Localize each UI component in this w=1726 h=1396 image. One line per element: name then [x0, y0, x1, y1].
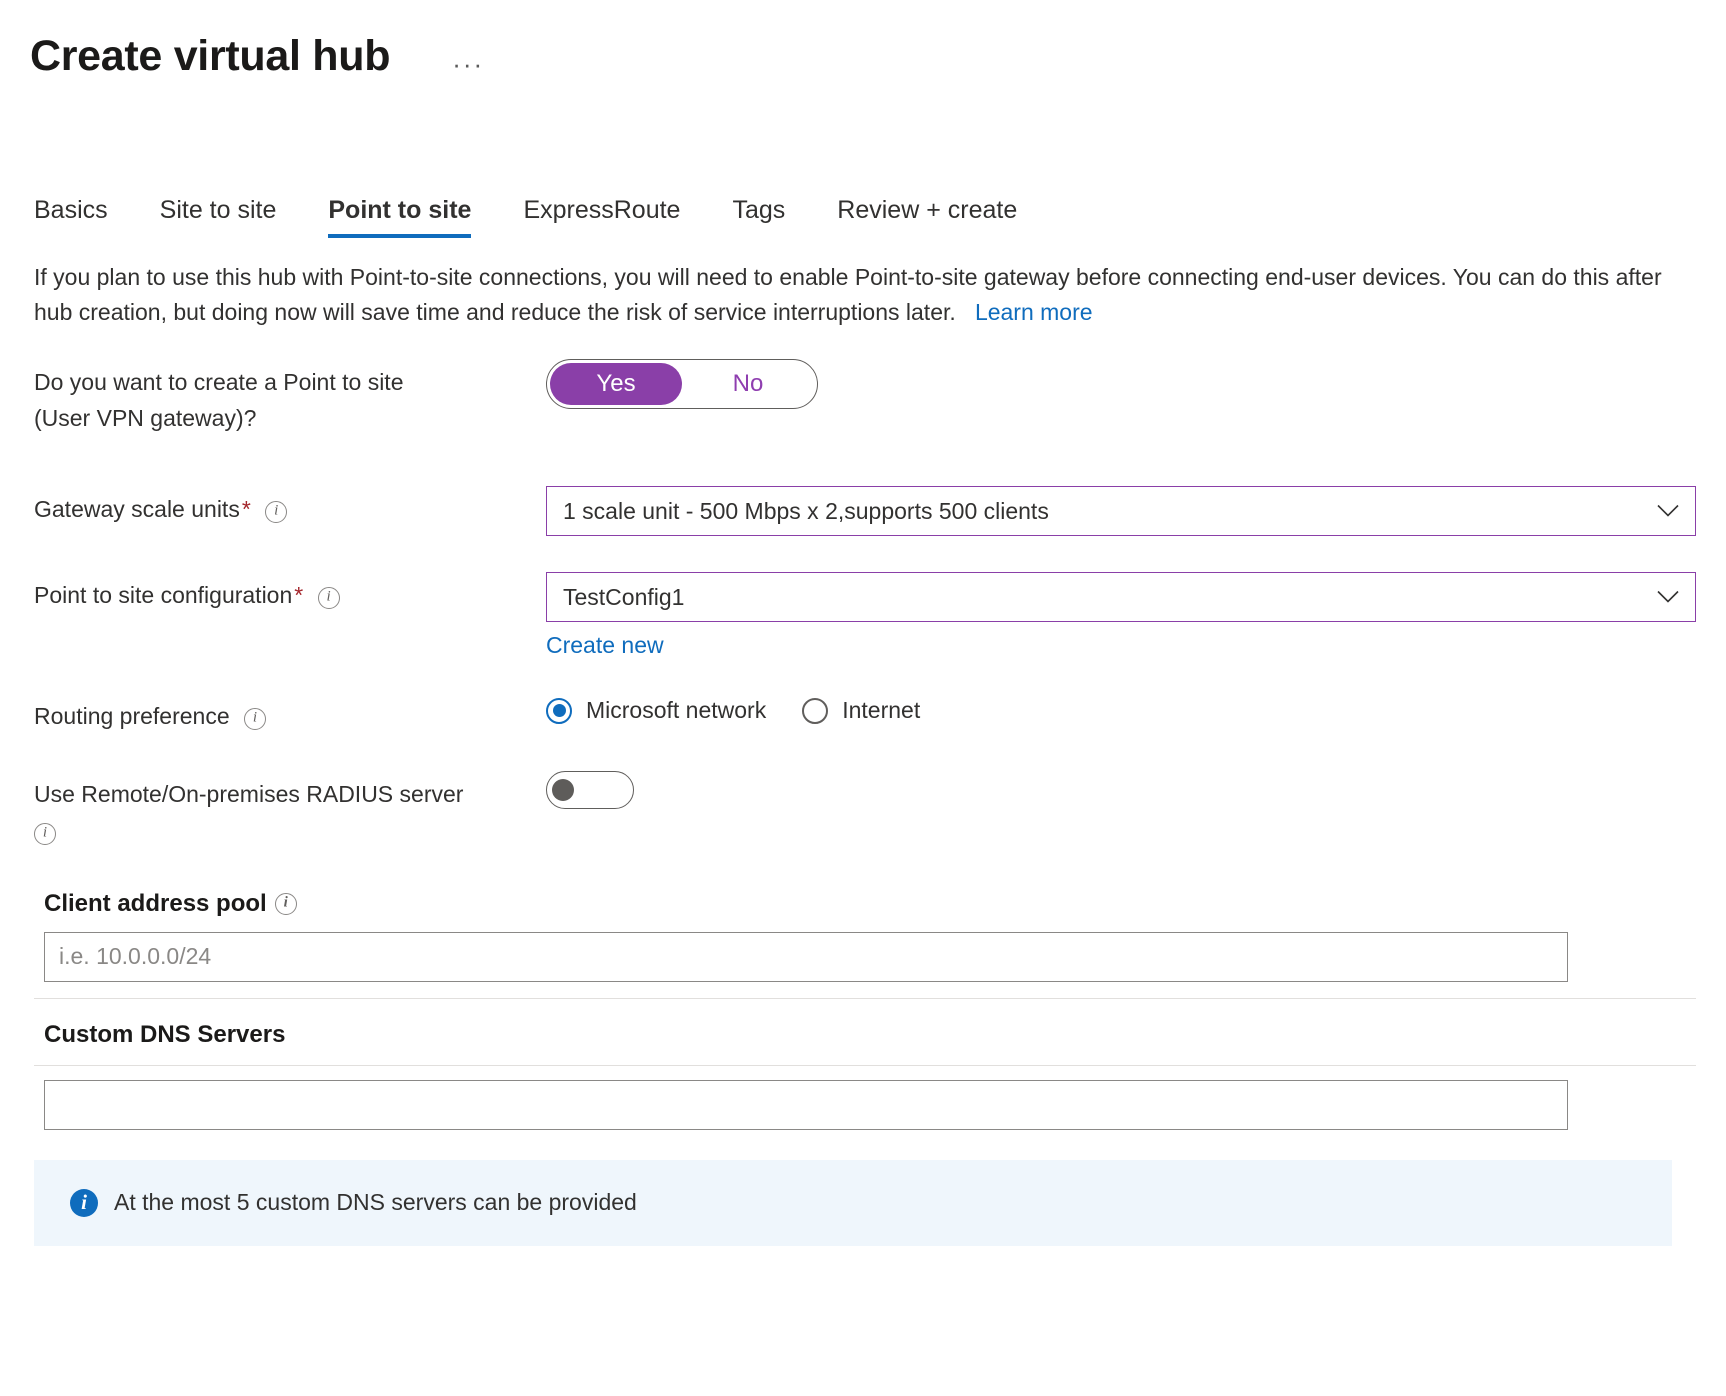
create-p2s-yesno-toggle[interactable]: Yes No — [546, 359, 818, 409]
radio-internet-label: Internet — [842, 697, 920, 724]
tab-review-create[interactable]: Review + create — [837, 197, 1017, 239]
learn-more-link[interactable]: Learn more — [975, 299, 1093, 325]
p2s-configuration-dropdown[interactable]: TestConfig1 — [546, 572, 1696, 622]
field-create-point-to-site: Do you want to create a Point to site (U… — [34, 359, 1696, 436]
radio-mark-icon — [802, 698, 828, 724]
section-custom-dns-servers: Custom DNS Servers — [34, 1021, 1696, 1130]
tab-expressroute[interactable]: ExpressRoute — [523, 197, 680, 239]
info-icon[interactable]: i — [265, 501, 287, 523]
create-p2s-label-line2: (User VPN gateway)? — [34, 405, 256, 431]
radio-microsoft-network-label: Microsoft network — [586, 697, 766, 724]
field-p2s-configuration: Point to site configuration* i TestConfi… — [34, 572, 1696, 659]
custom-dns-servers-heading: Custom DNS Servers — [34, 1021, 1696, 1049]
p2s-configuration-value: TestConfig1 — [563, 584, 684, 611]
radius-server-label: Use Remote/On-premises RADIUS server i — [34, 771, 546, 850]
tab-bar: Basics Site to site Point to site Expres… — [0, 182, 1726, 238]
tab-tags[interactable]: Tags — [732, 197, 785, 239]
info-message-text: At the most 5 custom DNS servers can be … — [114, 1189, 637, 1216]
field-gateway-scale-units: Gateway scale units* i 1 scale unit - 50… — [34, 486, 1696, 536]
tab-description: If you plan to use this hub with Point-t… — [34, 260, 1674, 329]
tab-point-to-site[interactable]: Point to site — [328, 197, 471, 239]
create-new-link[interactable]: Create new — [546, 632, 664, 659]
radius-server-toggle[interactable] — [546, 771, 634, 809]
routing-preference-radio-group: Microsoft network Internet — [546, 693, 1696, 724]
field-routing-preference: Routing preference i Microsoft network I… — [34, 693, 1696, 735]
client-address-pool-input[interactable] — [44, 932, 1568, 982]
info-icon[interactable]: i — [34, 823, 56, 845]
tab-site-to-site[interactable]: Site to site — [160, 197, 277, 239]
field-radius-server: Use Remote/On-premises RADIUS server i — [34, 771, 1696, 850]
info-icon[interactable]: i — [275, 893, 297, 915]
page-title: Create virtual hub — [30, 33, 390, 80]
radius-server-label-text: Use Remote/On-premises RADIUS server — [34, 781, 463, 807]
description-text: If you plan to use this hub with Point-t… — [34, 264, 1662, 325]
client-address-pool-heading-text: Client address pool — [44, 890, 267, 918]
create-p2s-option-no[interactable]: No — [682, 363, 814, 405]
info-message-bar: i At the most 5 custom DNS servers can b… — [34, 1160, 1672, 1246]
section-client-address-pool: Client address pool i — [34, 890, 1696, 999]
routing-preference-label: Routing preference i — [34, 693, 546, 735]
create-p2s-label-line1: Do you want to create a Point to site — [34, 369, 403, 395]
section-divider — [34, 1065, 1696, 1066]
gateway-scale-units-dropdown[interactable]: 1 scale unit - 500 Mbps x 2,supports 500… — [546, 486, 1696, 536]
custom-dns-servers-heading-text: Custom DNS Servers — [44, 1021, 285, 1049]
p2s-configuration-label-text: Point to site configuration — [34, 582, 292, 608]
create-p2s-option-yes[interactable]: Yes — [550, 363, 682, 405]
routing-preference-label-text: Routing preference — [34, 703, 230, 729]
section-divider — [34, 998, 1696, 999]
client-address-pool-heading: Client address pool i — [34, 890, 1696, 918]
toggle-knob — [552, 779, 574, 801]
create-point-to-site-label: Do you want to create a Point to site (U… — [34, 359, 546, 436]
point-to-site-form: Do you want to create a Point to site (U… — [34, 359, 1696, 850]
chevron-down-icon — [1657, 505, 1679, 518]
page-header: Create virtual hub ··· — [0, 0, 1726, 96]
gateway-scale-units-value: 1 scale unit - 500 Mbps x 2,supports 500… — [563, 498, 1049, 525]
more-options-icon[interactable]: ··· — [452, 51, 484, 77]
gateway-scale-units-label-text: Gateway scale units — [34, 496, 240, 522]
tab-basics[interactable]: Basics — [34, 197, 108, 239]
required-indicator: * — [242, 496, 251, 522]
p2s-configuration-label: Point to site configuration* i — [34, 572, 546, 614]
info-icon[interactable]: i — [318, 587, 340, 609]
radio-internet[interactable]: Internet — [802, 697, 920, 724]
radio-mark-icon — [546, 698, 572, 724]
required-indicator: * — [294, 582, 303, 608]
info-icon[interactable]: i — [244, 708, 266, 730]
gateway-scale-units-label: Gateway scale units* i — [34, 486, 546, 528]
custom-dns-servers-input[interactable] — [44, 1080, 1568, 1130]
radio-microsoft-network[interactable]: Microsoft network — [546, 697, 766, 724]
chevron-down-icon — [1657, 591, 1679, 604]
info-filled-icon: i — [70, 1189, 98, 1217]
